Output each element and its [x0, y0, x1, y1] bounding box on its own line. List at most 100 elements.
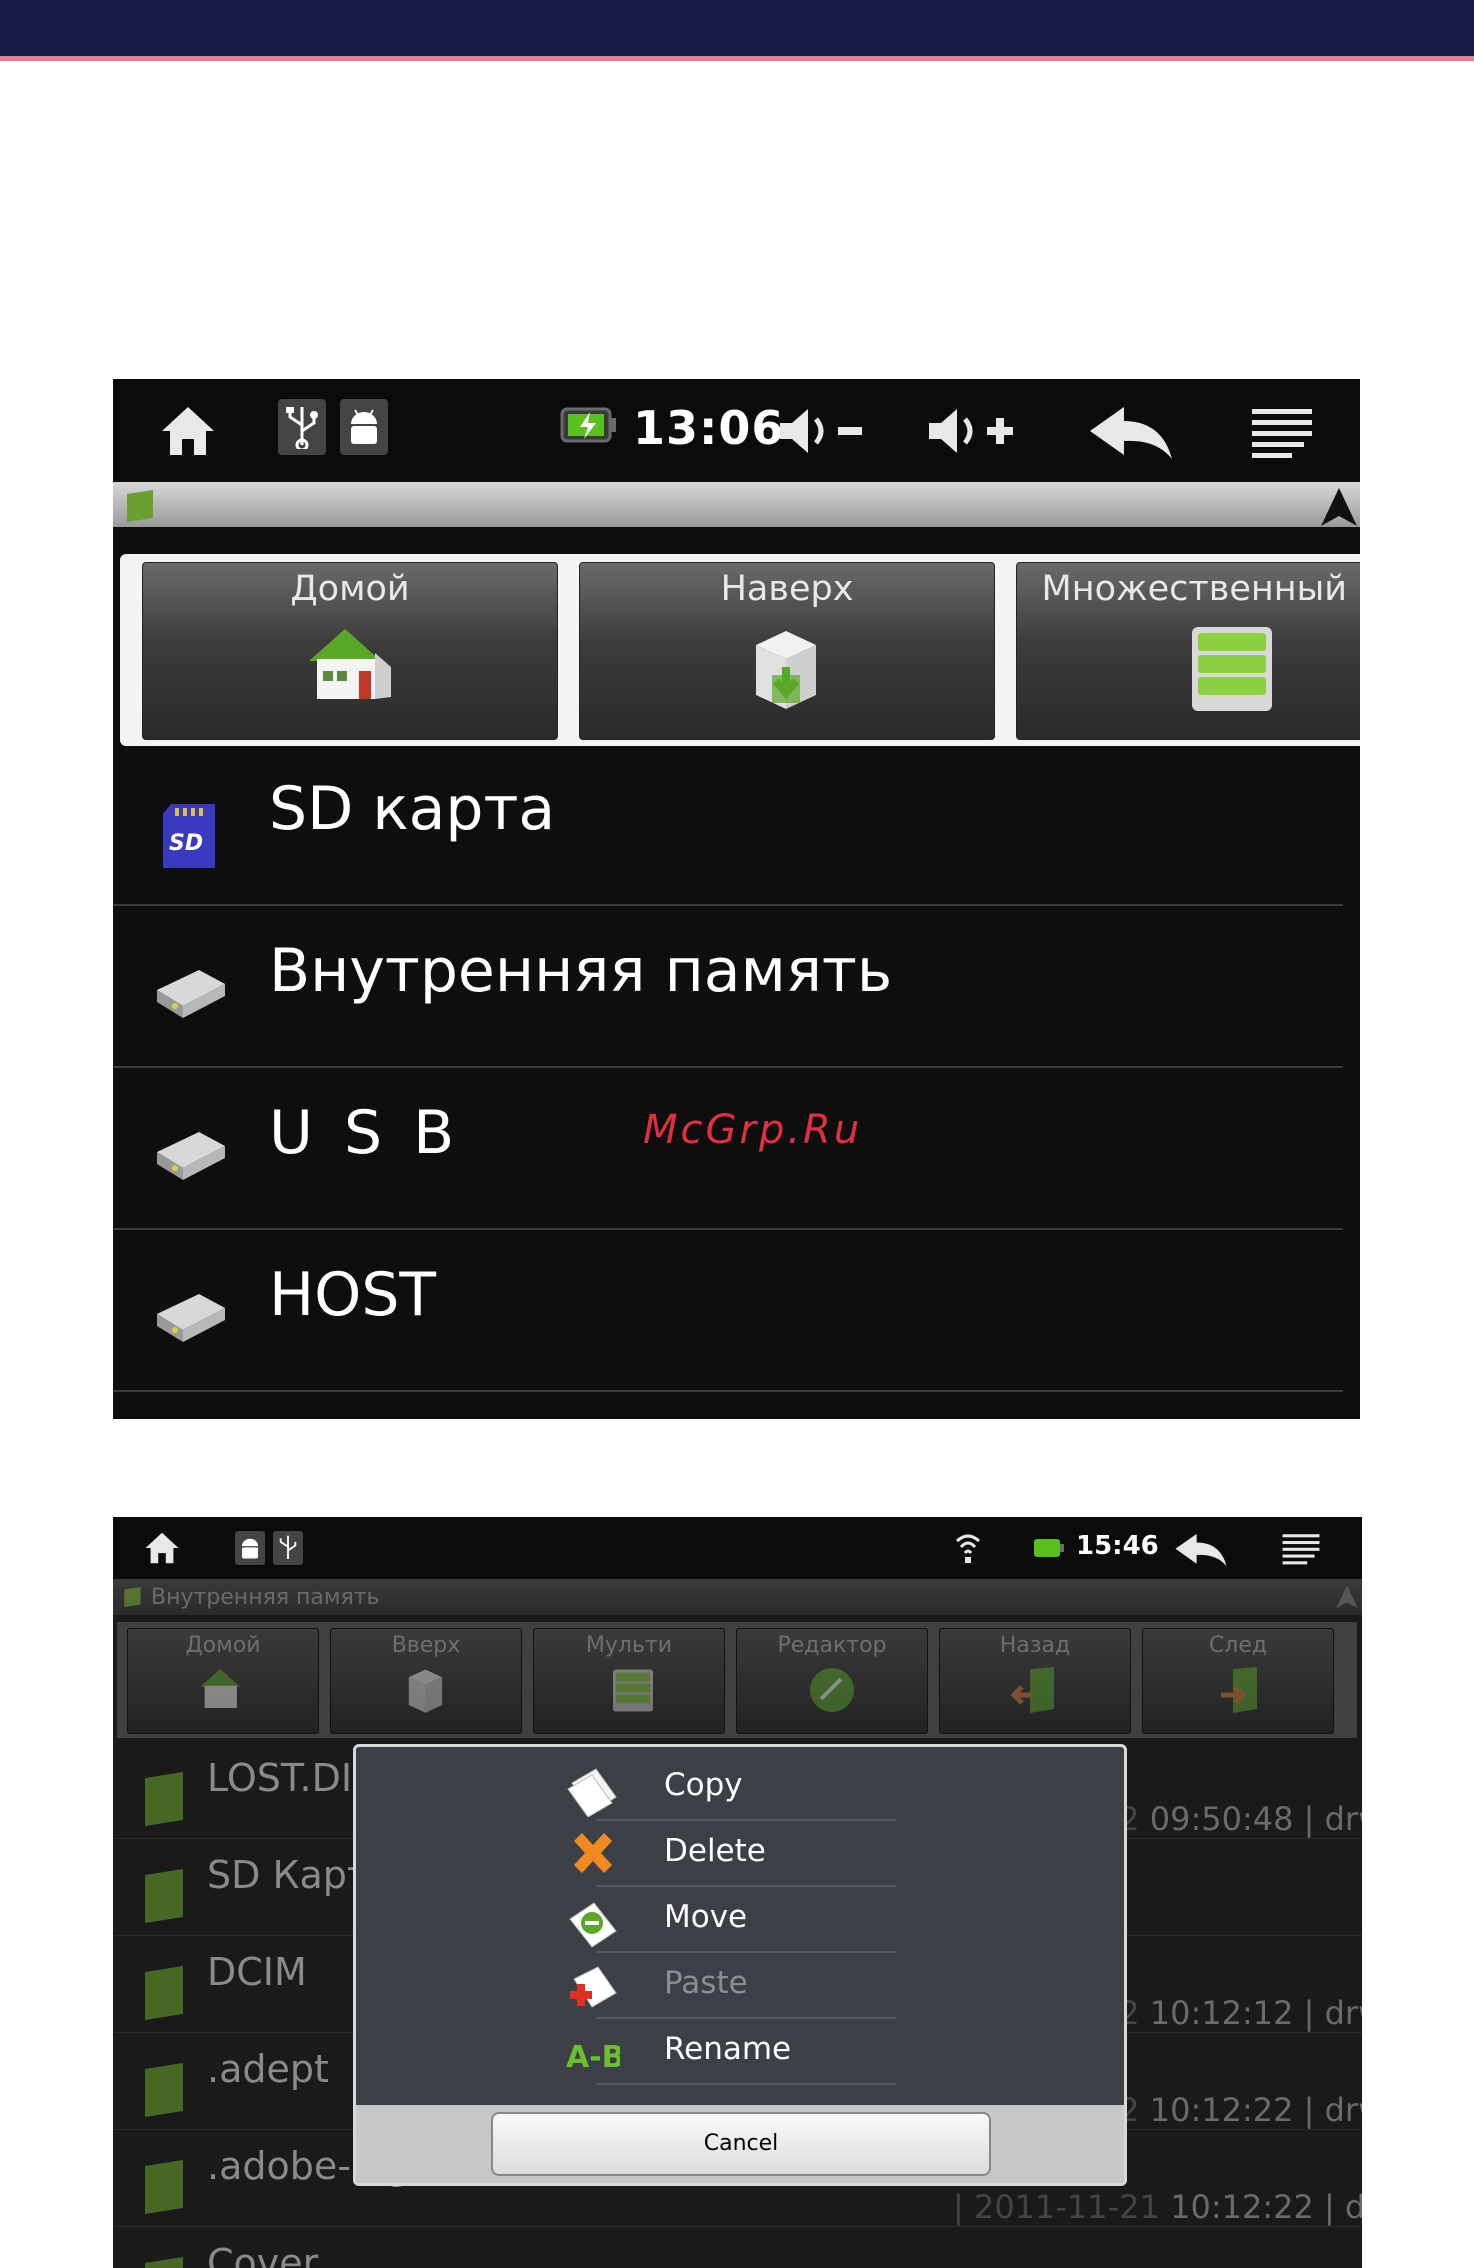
storage-item-sd-card[interactable]: SD карта SD [113, 746, 1343, 906]
wifi-icon [955, 1531, 981, 1565]
cancel-button[interactable]: Cancel [491, 2112, 991, 2176]
folder-icon [141, 1770, 187, 1832]
home-button-label: Домой [185, 1633, 261, 1658]
rename-menu-item[interactable]: A-B Rename [566, 2021, 896, 2085]
storage-item-internal-memory[interactable]: Внутренняя память [113, 908, 1343, 1068]
watermark: McGrp.Ru [643, 1107, 863, 1153]
delete-label: Delete [664, 1833, 766, 1869]
file-date: 2011-11-21 [973, 2188, 1160, 2226]
folder-icon [125, 488, 157, 524]
editor-icon [737, 1665, 927, 1715]
move-icon [569, 1902, 617, 1948]
toolbar: Домой Вверх Мульти Редактор Назад След [117, 1622, 1357, 1738]
android-debug-icon [340, 399, 388, 455]
file-name: .adept [207, 2047, 329, 2091]
menu-icon[interactable] [1281, 1533, 1321, 1565]
file-name: DCIM [207, 1950, 307, 1994]
move-label: Move [664, 1899, 748, 1935]
next-door-icon [1143, 1665, 1333, 1715]
battery-icon [1033, 1537, 1065, 1559]
volume-down-icon[interactable] [776, 403, 876, 459]
clock: 13:06 [633, 401, 785, 455]
file-manager-screen-2: 15:46 Внутренняя память Домой Вверх Муль… [113, 1517, 1362, 2268]
svg-text:A-B: A-B [566, 2040, 620, 2075]
meta-separator: | [953, 2188, 974, 2226]
scroll-up-icon[interactable] [1319, 486, 1359, 528]
storage-item-label: U S B [269, 1098, 461, 1168]
document-header-bar [0, 0, 1474, 56]
back-arrow-icon[interactable] [1086, 403, 1176, 463]
folder-icon [141, 2255, 187, 2268]
home-button-label: Домой [290, 569, 410, 609]
file-name: Cover [207, 2241, 319, 2268]
battery-charging-icon [560, 403, 618, 447]
back-button[interactable]: Назад [939, 1628, 1131, 1734]
up-button[interactable]: Вверх [330, 1628, 522, 1734]
header-divider [0, 56, 1474, 61]
multi-select-button-label: Множественный вы [1041, 569, 1360, 609]
back-arrow-icon[interactable] [1173, 1531, 1229, 1569]
file-time: 09:50:48 [1149, 1800, 1294, 1838]
path-bar: Внутренняя память [113, 1579, 1362, 1615]
scroll-up-icon[interactable] [1335, 1583, 1359, 1611]
house-icon [128, 1665, 318, 1711]
home-icon[interactable] [158, 401, 218, 461]
file-permissions: drw [1324, 1800, 1362, 1838]
svg-text:SD: SD [169, 831, 203, 856]
storage-item-host[interactable]: HOST [113, 1232, 1343, 1392]
toolbar: Домой Наверх Множественный вы [120, 554, 1360, 746]
file-time: 10:12:22 [1149, 2091, 1294, 2129]
file-permissions: drw [1344, 2188, 1362, 2226]
box-up-icon [580, 623, 994, 713]
home-icon[interactable] [143, 1529, 181, 1567]
file-manager-screen-1: 13:06 Домой Наверх Множественный SD карт… [113, 379, 1360, 1419]
up-button[interactable]: Наверх [579, 562, 995, 740]
paste-menu-item[interactable]: Paste [570, 1955, 896, 2019]
file-row[interactable]: Cover [113, 2227, 1362, 2268]
next-button-label: След [1208, 1633, 1268, 1658]
multi-select-button[interactable]: Мульти [533, 1628, 725, 1734]
menu-icon[interactable] [1250, 407, 1314, 459]
home-button[interactable]: Домой [127, 1628, 319, 1734]
up-button-label: Наверх [720, 569, 854, 609]
multi-select-icon [534, 1665, 724, 1715]
delete-icon [574, 1833, 612, 1873]
storage-item-label: Внутренняя память [269, 936, 893, 1006]
home-button[interactable]: Домой [142, 562, 558, 740]
current-path: Внутренняя память [151, 1585, 380, 1610]
delete-menu-item[interactable]: Delete [574, 1823, 896, 1887]
house-icon [143, 623, 557, 703]
file-time: 10:12:22 [1170, 2188, 1314, 2226]
file-permissions: drw [1324, 1994, 1362, 2032]
editor-button[interactable]: Редактор [736, 1628, 928, 1734]
multi-select-button[interactable]: Множественный вы [1016, 562, 1360, 740]
clock: 15:46 [1076, 1531, 1159, 1561]
folder-icon [141, 2158, 187, 2220]
file-action-dialog: Copy Delete Move Paste A-B Rename Cancel [353, 1744, 1127, 2186]
usb-icon [273, 1531, 303, 1565]
dialog-footer: Cancel [356, 2105, 1124, 2183]
storage-item-label: HOST [269, 1260, 437, 1330]
rename-icon: A-B [566, 2040, 620, 2075]
up-button-label: Вверх [391, 1633, 461, 1658]
path-bar [113, 482, 1360, 527]
paste-icon [570, 1966, 617, 2008]
file-meta: | 2011-11-21 10:12:22 | drw [953, 2188, 1362, 2226]
folder-icon [123, 1585, 143, 1609]
box-up-icon [331, 1665, 521, 1715]
file-time: 10:12:12 [1149, 1994, 1294, 2032]
folder-icon [141, 1964, 187, 2026]
volume-up-icon[interactable] [925, 403, 1025, 459]
editor-button-label: Редактор [777, 1633, 887, 1658]
storage-item-label: SD карта [269, 774, 556, 844]
drive-icon [153, 964, 229, 1024]
drive-icon [153, 1126, 229, 1186]
move-menu-item[interactable]: Move [569, 1889, 896, 1953]
sd-card-icon: SD [161, 802, 217, 874]
copy-menu-item[interactable]: Copy [567, 1757, 896, 1821]
copy-icon [567, 1768, 617, 1817]
next-button[interactable]: След [1142, 1628, 1334, 1734]
rename-label: Rename [664, 2031, 792, 2067]
status-bar: 15:46 [113, 1517, 1362, 1579]
back-door-icon [940, 1665, 1130, 1715]
